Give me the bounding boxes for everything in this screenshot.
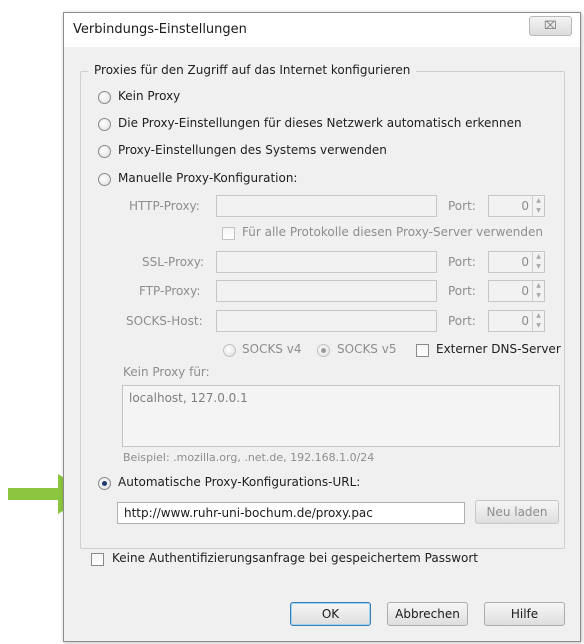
radio-socks-v4[interactable]	[223, 344, 236, 357]
remote-dns-checkbox[interactable]	[416, 344, 429, 357]
socks-port-value: 0	[521, 314, 529, 328]
help-button[interactable]: Hilfe	[484, 602, 565, 626]
no-auth-prompt-checkbox[interactable]	[91, 553, 104, 566]
reload-button[interactable]: Neu laden	[475, 500, 559, 524]
cancel-button[interactable]: Abbrechen	[387, 602, 468, 626]
socks-host-input[interactable]	[216, 310, 437, 332]
close-button[interactable]: ⌧	[529, 16, 572, 36]
socks-port-spinner[interactable]: ▲ ▼	[532, 311, 544, 331]
ftp-port-spinner[interactable]: ▲ ▼	[532, 281, 544, 301]
ssl-proxy-input[interactable]	[216, 251, 437, 273]
spinner-down-icon: ▼	[536, 292, 541, 299]
ssl-port-spinner[interactable]: ▲ ▼	[532, 252, 544, 272]
radio-socks-v5[interactable]	[317, 344, 330, 357]
radio-system-proxy-label: Proxy-Einstellungen des Systems verwende…	[118, 143, 387, 157]
socks-host-label: SOCKS-Host:	[126, 314, 203, 328]
spinner-up-icon: ▲	[536, 197, 541, 204]
socks-v4-label: SOCKS v4	[242, 342, 302, 356]
radio-auto-detect-label: Die Proxy-Einstellungen für dieses Netzw…	[118, 116, 522, 130]
title-bar: Verbindungs-Einstellungen ⌧	[64, 13, 580, 47]
ftp-proxy-input[interactable]	[216, 280, 437, 302]
all-protocols-checkbox[interactable]	[222, 227, 235, 240]
http-port-input[interactable]: 0 ▲ ▼	[488, 195, 545, 217]
auto-proxy-url-input[interactable]: http://www.ruhr-uni-bochum.de/proxy.pac	[117, 502, 465, 524]
ok-button[interactable]: OK	[290, 602, 371, 626]
ftp-port-label: Port:	[448, 284, 476, 298]
spinner-up-icon: ▲	[536, 282, 541, 289]
spinner-down-icon: ▼	[536, 207, 541, 214]
close-icon: ⌧	[544, 19, 557, 32]
socks-v5-label: SOCKS v5	[337, 342, 397, 356]
ssl-port-value: 0	[521, 255, 529, 269]
ssl-proxy-label: SSL-Proxy:	[142, 255, 205, 269]
radio-no-proxy-label: Kein Proxy	[118, 89, 181, 103]
dialog-title: Verbindungs-Einstellungen	[73, 22, 247, 37]
spinner-down-icon: ▼	[536, 263, 541, 270]
spinner-down-icon: ▼	[536, 322, 541, 329]
radio-manual-proxy-label: Manuelle Proxy-Konfiguration:	[118, 171, 298, 185]
reload-button-label: Neu laden	[486, 505, 548, 519]
ssl-port-input[interactable]: 0 ▲ ▼	[488, 251, 545, 273]
radio-auto-detect[interactable]	[98, 118, 111, 131]
connection-settings-dialog: Verbindungs-Einstellungen ⌧ Proxies für …	[63, 12, 581, 642]
no-proxy-for-label: Kein Proxy für:	[123, 365, 210, 379]
radio-no-proxy[interactable]	[98, 91, 111, 104]
http-port-spinner[interactable]: ▲ ▼	[532, 196, 544, 216]
no-proxy-example: Beispiel: .mozilla.org, .net.de, 192.168…	[123, 451, 375, 464]
socks-port-label: Port:	[448, 314, 476, 328]
http-proxy-label: HTTP-Proxy:	[129, 199, 200, 213]
ssl-port-label: Port:	[448, 255, 476, 269]
socks-port-input[interactable]: 0 ▲ ▼	[488, 310, 545, 332]
auto-proxy-url-value: http://www.ruhr-uni-bochum.de/proxy.pac	[124, 506, 373, 520]
cancel-button-label: Abbrechen	[395, 607, 460, 621]
no-auth-prompt-label: Keine Authentifizierungsanfrage bei gesp…	[112, 551, 479, 565]
no-proxy-for-value: localhost, 127.0.0.1	[129, 391, 248, 405]
http-proxy-input[interactable]	[216, 195, 437, 217]
radio-manual-proxy[interactable]	[98, 173, 111, 186]
no-proxy-for-textarea[interactable]: localhost, 127.0.0.1	[122, 385, 560, 447]
ftp-port-value: 0	[521, 284, 529, 298]
http-port-label: Port:	[448, 199, 476, 213]
spinner-up-icon: ▲	[536, 253, 541, 260]
help-button-label: Hilfe	[510, 607, 539, 621]
ftp-port-input[interactable]: 0 ▲ ▼	[488, 280, 545, 302]
proxy-group-legend: Proxies für den Zugriff auf das Internet…	[88, 63, 417, 77]
radio-system-proxy[interactable]	[98, 145, 111, 158]
all-protocols-label: Für alle Protokolle diesen Proxy-Server …	[242, 225, 544, 239]
http-port-value: 0	[521, 199, 529, 213]
ok-button-label: OK	[321, 607, 340, 621]
remote-dns-label: Externer DNS-Server	[436, 342, 561, 356]
auto-proxy-url-label: Automatische Proxy-Konfigurations-URL:	[118, 475, 361, 489]
spinner-up-icon: ▲	[536, 312, 541, 319]
ftp-proxy-label: FTP-Proxy:	[139, 284, 201, 298]
radio-auto-proxy-url[interactable]	[98, 477, 111, 490]
